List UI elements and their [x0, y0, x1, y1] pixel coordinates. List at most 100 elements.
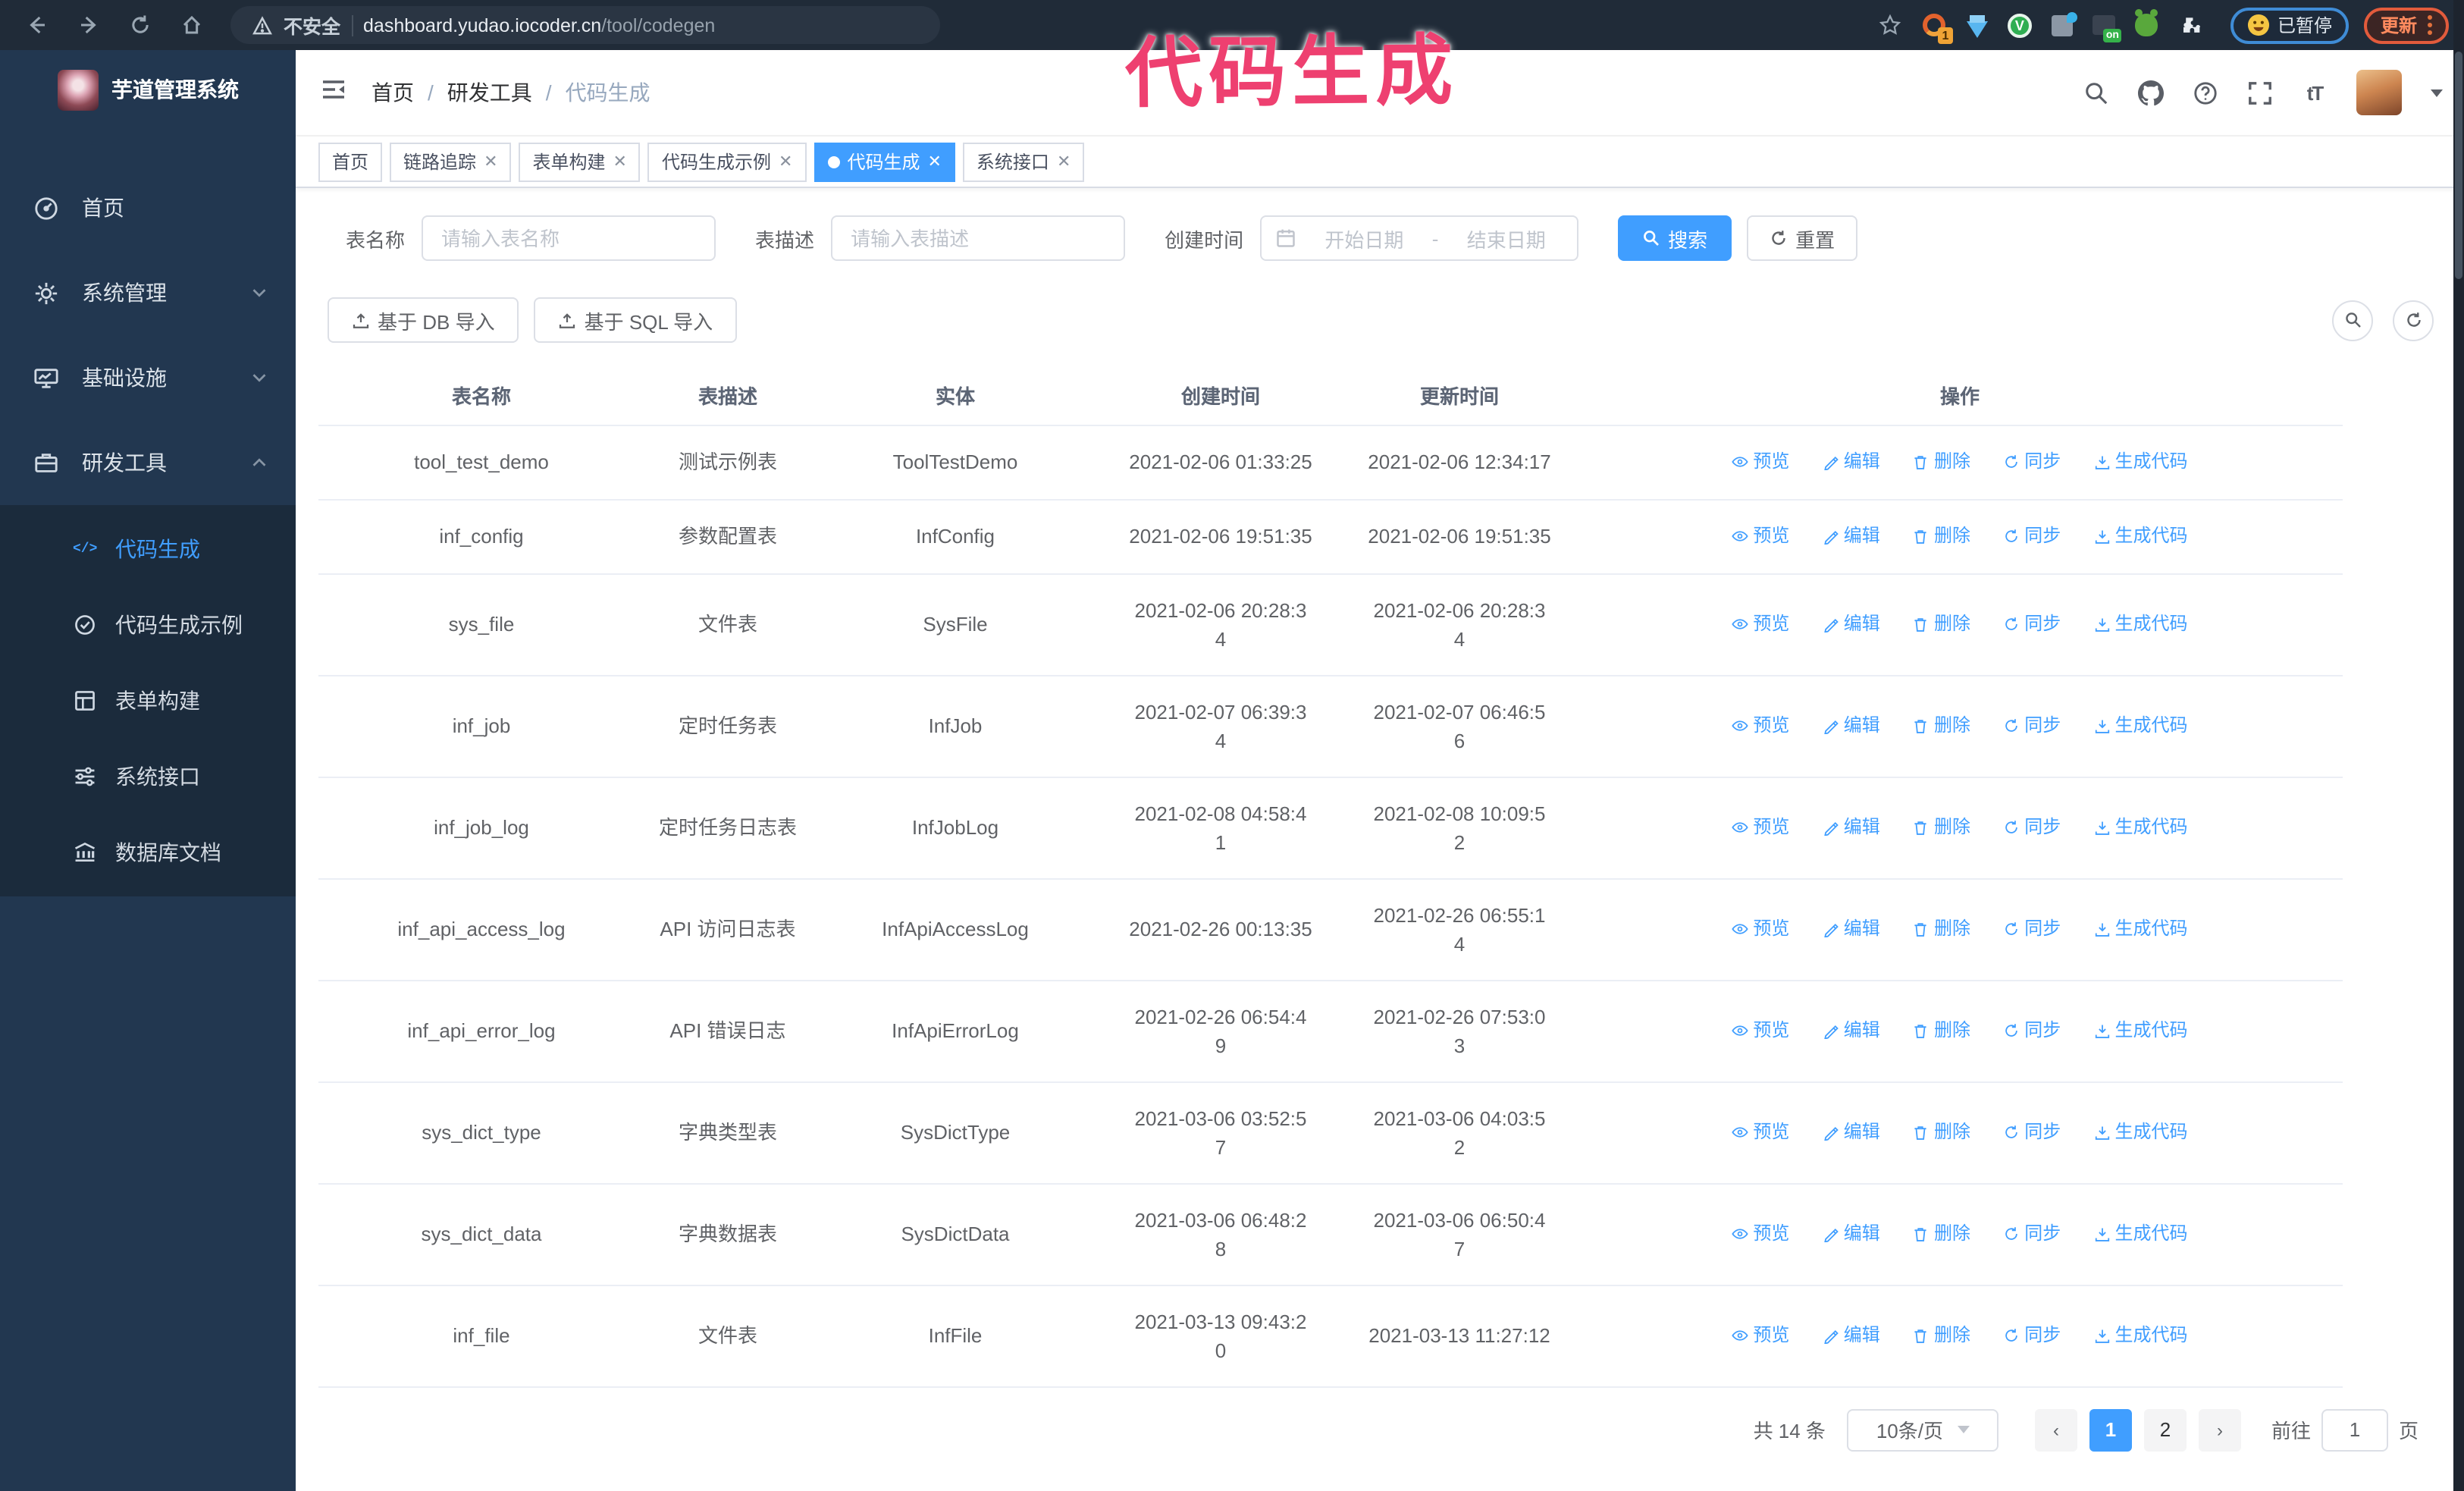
avatar[interactable]: [2356, 70, 2402, 115]
sidebar-item-home[interactable]: 首页: [0, 165, 296, 250]
prev-page-button[interactable]: ‹: [2034, 1408, 2077, 1451]
address-bar[interactable]: 不安全 dashboard.yudao.iocoder.cn/tool/code…: [230, 6, 940, 44]
github-icon[interactable]: [2138, 80, 2164, 105]
generate-code-link[interactable]: 生成代码: [2094, 521, 2188, 550]
close-icon[interactable]: ✕: [613, 152, 627, 171]
generate-code-link[interactable]: 生成代码: [2094, 711, 2188, 739]
extension-green-check-icon[interactable]: V: [2006, 11, 2033, 39]
edit-link[interactable]: 编辑: [1823, 1320, 1880, 1349]
breadcrumb-home[interactable]: 首页: [371, 77, 414, 108]
sidebar-item-codegen-example[interactable]: 代码生成示例: [0, 587, 296, 663]
fullscreen-icon[interactable]: [2247, 80, 2273, 105]
close-icon[interactable]: ✕: [484, 152, 497, 171]
tab-home[interactable]: 首页: [318, 142, 383, 181]
edit-link[interactable]: 编辑: [1823, 711, 1880, 739]
generate-code-link[interactable]: 生成代码: [2094, 812, 2188, 841]
sidebar-item-infra[interactable]: 基础设施: [0, 335, 296, 420]
preview-link[interactable]: 预览: [1732, 609, 1789, 638]
sync-link[interactable]: 同步: [2003, 914, 2061, 943]
close-icon[interactable]: ✕: [779, 152, 792, 171]
sync-link[interactable]: 同步: [2003, 1320, 2061, 1349]
generate-code-link[interactable]: 生成代码: [2094, 1320, 2188, 1349]
sidebar-item-devtools[interactable]: 研发工具: [0, 420, 296, 505]
sidebar-item-form-builder[interactable]: 表单构建: [0, 663, 296, 739]
page-size-select[interactable]: 10条/页: [1846, 1408, 1998, 1451]
generate-code-link[interactable]: 生成代码: [2094, 609, 2188, 638]
sidebar-item-system-api[interactable]: 系统接口: [0, 739, 296, 815]
delete-link[interactable]: 删除: [1913, 1320, 1970, 1349]
generate-code-link[interactable]: 生成代码: [2094, 1219, 2188, 1248]
delete-link[interactable]: 删除: [1913, 1117, 1970, 1146]
page-scrollbar[interactable]: [2453, 0, 2464, 1491]
generate-code-link[interactable]: 生成代码: [2094, 1117, 2188, 1146]
table-row[interactable]: sys_dict_data 字典数据表 SysDictData 2021-03-…: [318, 1183, 2343, 1285]
sync-link[interactable]: 同步: [2003, 1219, 2061, 1248]
tab-trace[interactable]: 链路追踪 ✕: [390, 142, 512, 181]
sync-link[interactable]: 同步: [2003, 1015, 2061, 1044]
preview-link[interactable]: 预览: [1732, 1320, 1789, 1349]
edit-link[interactable]: 编辑: [1823, 812, 1880, 841]
reload-icon[interactable]: [118, 7, 161, 43]
refresh-table-button[interactable]: [2393, 300, 2434, 341]
edit-link[interactable]: 编辑: [1823, 521, 1880, 550]
delete-link[interactable]: 删除: [1913, 1219, 1970, 1248]
table-row[interactable]: inf_api_error_log API 错误日志 InfApiErrorLo…: [318, 980, 2343, 1082]
scrollbar-thumb[interactable]: [2455, 52, 2462, 279]
help-icon[interactable]: [2193, 80, 2218, 105]
page-button-1[interactable]: 1: [2089, 1408, 2132, 1451]
generate-code-link[interactable]: 生成代码: [2094, 1015, 2188, 1044]
preview-link[interactable]: 预览: [1732, 521, 1789, 550]
edit-link[interactable]: 编辑: [1823, 914, 1880, 943]
reset-button[interactable]: 重置: [1747, 215, 1858, 261]
table-row[interactable]: inf_api_access_log API 访问日志表 InfApiAcces…: [318, 878, 2343, 981]
delete-link[interactable]: 删除: [1913, 812, 1970, 841]
table-row[interactable]: inf_config 参数配置表 InfConfig 2021-02-06 19…: [318, 499, 2343, 574]
preview-link[interactable]: 预览: [1732, 914, 1789, 943]
back-icon[interactable]: [15, 7, 58, 43]
forward-icon[interactable]: [67, 7, 109, 43]
preview-link[interactable]: 预览: [1732, 1219, 1789, 1248]
goto-page-input[interactable]: [2321, 1408, 2388, 1451]
extension-orange-icon[interactable]: 1: [1921, 11, 1953, 43]
update-button[interactable]: 更新: [2363, 7, 2449, 43]
delete-link[interactable]: 删除: [1913, 711, 1970, 739]
search-button[interactable]: 搜索: [1618, 215, 1732, 261]
db-import-button[interactable]: 基于 DB 导入: [328, 297, 519, 343]
table-row[interactable]: sys_file 文件表 SysFile 2021-02-06 20:28:3 …: [318, 573, 2343, 676]
sync-link[interactable]: 同步: [2003, 1117, 2061, 1146]
table-row[interactable]: inf_file 文件表 InfFile 2021-03-13 09:43:2 …: [318, 1285, 2343, 1387]
delete-link[interactable]: 删除: [1913, 914, 1970, 943]
sync-link[interactable]: 同步: [2003, 812, 2061, 841]
bookmark-star-icon[interactable]: [1870, 7, 1912, 43]
font-size-icon[interactable]: tT: [2302, 80, 2328, 105]
date-range-picker[interactable]: 开始日期 - 结束日期: [1260, 215, 1579, 261]
edit-link[interactable]: 编辑: [1823, 1219, 1880, 1248]
search-icon[interactable]: [2083, 80, 2109, 105]
sync-link[interactable]: 同步: [2003, 521, 2061, 550]
generate-code-link[interactable]: 生成代码: [2094, 447, 2188, 476]
table-row[interactable]: inf_job_log 定时任务日志表 InfJobLog 2021-02-08…: [318, 777, 2343, 879]
sidebar-item-db-doc[interactable]: 数据库文档: [0, 815, 296, 890]
generate-code-link[interactable]: 生成代码: [2094, 914, 2188, 943]
table-row[interactable]: tool_test_demo 测试示例表 ToolTestDemo 2021-0…: [318, 425, 2343, 500]
tab-codegen[interactable]: 代码生成 ✕: [813, 142, 955, 181]
hamburger-icon[interactable]: [296, 75, 371, 110]
extension-grid-icon[interactable]: [2049, 11, 2077, 39]
sync-link[interactable]: 同步: [2003, 609, 2061, 638]
delete-link[interactable]: 删除: [1913, 1015, 1970, 1044]
preview-link[interactable]: 预览: [1732, 812, 1789, 841]
profile-paused-pill[interactable]: 已暂停: [2230, 7, 2349, 43]
tab-form-builder[interactable]: 表单构建 ✕: [519, 142, 641, 181]
extension-gem-icon[interactable]: [1964, 11, 1991, 39]
table-desc-input[interactable]: [831, 215, 1126, 261]
edit-link[interactable]: 编辑: [1823, 447, 1880, 476]
extension-frog-icon[interactable]: [2133, 9, 2161, 39]
extension-switch-icon[interactable]: on: [2091, 11, 2122, 42]
page-button-2[interactable]: 2: [2143, 1408, 2187, 1451]
sql-import-button[interactable]: 基于 SQL 导入: [534, 297, 738, 343]
edit-link[interactable]: 编辑: [1823, 609, 1880, 638]
edit-link[interactable]: 编辑: [1823, 1117, 1880, 1146]
delete-link[interactable]: 删除: [1913, 521, 1970, 550]
preview-link[interactable]: 预览: [1732, 1015, 1789, 1044]
sync-link[interactable]: 同步: [2003, 447, 2061, 476]
